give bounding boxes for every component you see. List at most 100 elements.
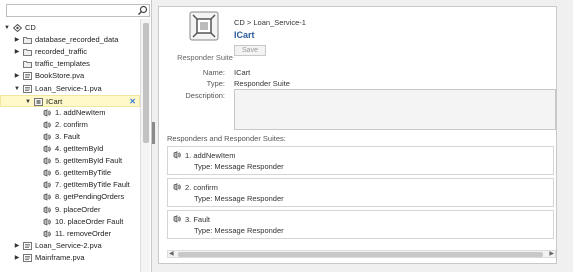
tree-item[interactable]: ▶ database_recorded_data	[0, 34, 140, 46]
responder-name: 1. addNewItem	[185, 151, 236, 160]
detail-panel: Responder Suite CD > Loan_Service-1 ICar…	[158, 6, 557, 264]
responder-type: Type: Message Responder	[194, 162, 284, 171]
responder-icon	[43, 133, 51, 141]
responder-icon	[43, 121, 51, 129]
collapse-arrow-icon[interactable]: ▼	[3, 22, 11, 34]
tree-item[interactable]: ▼ Loan_Service-1.pva	[0, 83, 140, 95]
tree-item-label: 2. confirm	[55, 119, 88, 129]
tree-item-label: database_recorded_data	[35, 35, 119, 45]
responder-card[interactable]: 1. addNewItem Type: Message Responder	[167, 146, 554, 175]
tree-item-label: CD	[25, 23, 36, 32]
save-button[interactable]: Save	[234, 45, 266, 56]
tree-item[interactable]: 11. removeOrder	[0, 228, 140, 240]
responder-icon	[43, 145, 51, 153]
tree-item[interactable]: 9. placeOrder	[0, 204, 140, 216]
name-value[interactable]: ICart	[234, 68, 250, 77]
tree-item-label: 11. removeOrder	[55, 228, 112, 238]
folder-icon	[23, 49, 32, 57]
responder-name: 2. confirm	[185, 183, 218, 192]
scroll-left-icon[interactable]: ◀	[169, 250, 174, 257]
responder-name: 3. Fault	[185, 215, 211, 224]
tree-item-label: 3. Fault	[55, 131, 81, 141]
tree-item-label: 1. addNewItem	[55, 107, 106, 117]
expand-arrow-icon[interactable]: ▶	[13, 70, 21, 82]
search-icon[interactable]	[137, 5, 148, 16]
expand-arrow-icon[interactable]: ▶	[13, 46, 21, 58]
tree-item[interactable]: ▶ BookStore.pva	[0, 70, 140, 82]
responder-icon	[43, 157, 51, 165]
horizontal-scrollbar[interactable]: ◀ ▶	[167, 250, 556, 258]
suite-icon	[34, 97, 43, 106]
expand-arrow-icon[interactable]: ▶	[13, 34, 21, 46]
responder-icon	[43, 205, 51, 214]
tree-item-label: 7. getItemByTitle Fault	[55, 180, 130, 190]
pva-icon	[23, 72, 32, 81]
responder-icon	[43, 108, 51, 117]
description-field[interactable]	[234, 89, 556, 130]
description-label: Description:	[185, 91, 225, 100]
tree-item[interactable]: 4. getItemById	[0, 143, 140, 155]
tree-item[interactable]: ▶ Mainframe.pva	[0, 252, 140, 264]
search-input[interactable]	[6, 4, 150, 17]
expand-arrow-icon[interactable]: ▶	[13, 240, 21, 252]
expand-arrow-icon[interactable]: ▶	[13, 252, 21, 264]
name-label: Name:	[202, 68, 225, 77]
pva-icon	[23, 253, 32, 262]
responders-section-title: Responders and Responder Suites:	[167, 134, 286, 143]
tree-item-label: 9. placeOrder	[55, 204, 101, 214]
responder-card[interactable]: 3. Fault Type: Message Responder	[167, 210, 554, 239]
tree-item-label: 4. getItemById	[55, 144, 104, 153]
tree-item[interactable]: 3. Fault	[0, 131, 140, 143]
tree-item[interactable]: 6. getItemByTitle	[0, 167, 140, 179]
tree-item[interactable]: 1. addNewItem	[0, 107, 140, 119]
responder-icon	[43, 181, 51, 189]
scrollbar-thumb[interactable]	[143, 23, 149, 143]
tree-item-label: BookStore.pva	[35, 71, 85, 81]
tree-item[interactable]: traffic_templates	[0, 58, 140, 70]
tree-item[interactable]: ▼ CD	[0, 22, 140, 34]
scrollbar-thumb[interactable]	[178, 252, 543, 257]
tree-item-label: traffic_templates	[35, 59, 90, 69]
pva-icon	[23, 241, 32, 250]
suite-caption: Responder Suite	[177, 53, 233, 62]
tree-scrollbar[interactable]	[140, 19, 150, 272]
tree-item-label: 6. getItemByTitle	[55, 168, 111, 178]
collapse-arrow-icon[interactable]: ▼	[13, 83, 21, 95]
tree-item[interactable]: 10. placeOrder Fault	[0, 216, 140, 228]
tree-item[interactable]: 8. getPendingOrders	[0, 191, 140, 203]
tree-item[interactable]: ▶ recorded_traffic	[0, 46, 140, 58]
panel-splitter[interactable]	[152, 122, 155, 144]
responder-icon	[43, 193, 51, 201]
tree-item[interactable]: ▶ Loan_Service-2.pva	[0, 240, 140, 252]
responder-icon	[173, 151, 181, 159]
scroll-right-icon[interactable]: ▶	[549, 250, 554, 257]
tree-item[interactable]: ▼ ICart ✕	[0, 94, 140, 107]
folder-icon	[23, 61, 32, 69]
tree-item[interactable]: 7. getItemByTitle Fault	[0, 179, 140, 191]
responder-suite-icon	[189, 11, 219, 41]
folder-icon	[23, 37, 32, 44]
page-title: ICart	[234, 30, 255, 40]
type-value: Responder Suite	[234, 79, 290, 88]
responder-card[interactable]: 2. confirm Type: Message Responder	[167, 178, 554, 207]
responder-icon	[173, 183, 181, 191]
tree-item-label: 5. getItemById Fault	[55, 156, 123, 166]
tree-item[interactable]: 5. getItemById Fault	[0, 155, 140, 167]
tree-item-label: 10. placeOrder Fault	[55, 216, 124, 226]
breadcrumb: CD > Loan_Service-1	[234, 18, 306, 27]
workspace-icon	[13, 24, 22, 32]
pva-icon	[23, 84, 32, 93]
type-label: Type:	[206, 79, 225, 88]
tree-item-label: Mainframe.pva	[35, 252, 85, 262]
tree-item[interactable]: 2. confirm	[0, 119, 140, 131]
